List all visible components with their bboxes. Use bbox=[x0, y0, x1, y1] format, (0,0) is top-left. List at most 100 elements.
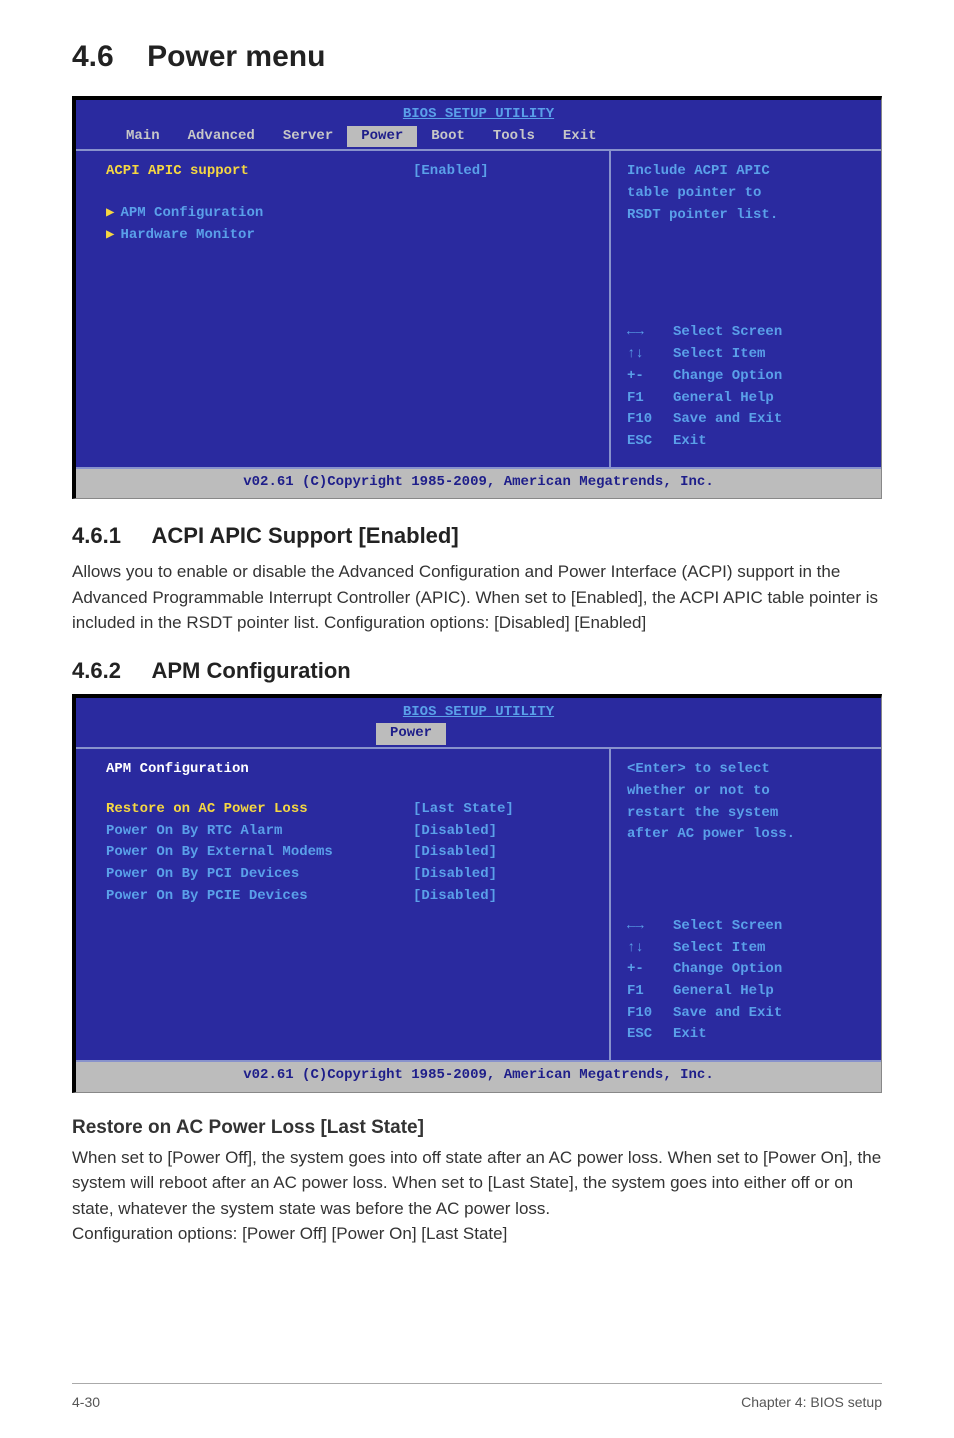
tab-server[interactable]: Server bbox=[269, 126, 347, 148]
key-row: F10Save and Exit bbox=[627, 1003, 865, 1025]
tab-exit[interactable]: Exit bbox=[549, 126, 611, 148]
row-value: [Disabled] bbox=[413, 821, 593, 843]
key-symbol: F1 bbox=[627, 388, 673, 410]
key-desc: Exit bbox=[673, 431, 707, 453]
ext-modems-row[interactable]: Power On By External Modems[Disabled] bbox=[106, 842, 593, 864]
triangle-icon: ▶ bbox=[106, 205, 114, 221]
bios-left-pane: APM Configuration Restore on AC Power Lo… bbox=[76, 747, 609, 1060]
key-hints: ←→Select Screen ↑↓Select Item +-Change O… bbox=[627, 322, 865, 452]
key-row: ESCExit bbox=[627, 1024, 865, 1046]
key-symbol: ESC bbox=[627, 1024, 673, 1046]
key-row: F1General Help bbox=[627, 981, 865, 1003]
section-number: 4.6 bbox=[72, 40, 114, 73]
key-desc: Select Screen bbox=[673, 322, 782, 344]
bios-tab-row: Power bbox=[76, 723, 881, 747]
subsection-title: ACPI APIC Support [Enabled] bbox=[152, 523, 459, 548]
restore-body1: When set to [Power Off], the system goes… bbox=[72, 1148, 881, 1218]
panel-title: APM Configuration bbox=[106, 759, 593, 781]
help-line: whether or not to bbox=[627, 781, 865, 803]
section-title-text: Power menu bbox=[147, 40, 325, 73]
page-number: 4-30 bbox=[72, 1394, 100, 1410]
key-desc: Select Screen bbox=[673, 916, 782, 938]
help-line: after AC power loss. bbox=[627, 824, 865, 846]
bios-title-bar: BIOS SETUP UTILITY bbox=[76, 698, 881, 724]
help-line: Include ACPI APIC bbox=[627, 161, 865, 183]
key-symbol: ←→ bbox=[627, 322, 673, 344]
tab-power[interactable]: Power bbox=[347, 126, 417, 148]
item-label: ACPI APIC support bbox=[106, 161, 413, 183]
row-label: Power On By RTC Alarm bbox=[106, 821, 413, 843]
rtc-alarm-row[interactable]: Power On By RTC Alarm[Disabled] bbox=[106, 821, 593, 843]
row-label: Power On By External Modems bbox=[106, 842, 413, 864]
key-symbol: F1 bbox=[627, 981, 673, 1003]
tab-power[interactable]: Power bbox=[376, 723, 446, 745]
bios-screen-power-menu: BIOS SETUP UTILITY Main Advanced Server … bbox=[72, 96, 882, 499]
triangle-icon: ▶ bbox=[106, 227, 114, 243]
tab-boot[interactable]: Boot bbox=[417, 126, 479, 148]
help-line: RSDT pointer list. bbox=[627, 205, 865, 227]
restore-body2: Configuration options: [Power Off] [Powe… bbox=[72, 1224, 507, 1243]
row-value: [Disabled] bbox=[413, 842, 593, 864]
key-row: +-Change Option bbox=[627, 959, 865, 981]
body-461: Allows you to enable or disable the Adva… bbox=[72, 559, 882, 636]
help-line: table pointer to bbox=[627, 183, 865, 205]
row-label: Power On By PCI Devices bbox=[106, 864, 413, 886]
key-hints: ←→Select Screen ↑↓Select Item +-Change O… bbox=[627, 916, 865, 1046]
key-row: F1General Help bbox=[627, 388, 865, 410]
row-value: [Last State] bbox=[413, 799, 593, 821]
key-desc: Change Option bbox=[673, 366, 782, 388]
bios-title: BIOS SETUP UTILITY bbox=[403, 704, 554, 720]
submenu-label: APM Configuration bbox=[120, 205, 263, 221]
key-desc: Save and Exit bbox=[673, 409, 782, 431]
acpi-apic-row[interactable]: ACPI APIC support [Enabled] bbox=[106, 161, 593, 183]
bios-footer: v02.61 (C)Copyright 1985-2009, American … bbox=[76, 467, 881, 499]
restore-ac-row[interactable]: Restore on AC Power Loss[Last State] bbox=[106, 799, 593, 821]
row-label: Power On By PCIE Devices bbox=[106, 886, 413, 908]
item-value: [Enabled] bbox=[413, 161, 593, 183]
key-row: ↑↓Select Item bbox=[627, 938, 865, 960]
tab-advanced[interactable]: Advanced bbox=[174, 126, 269, 148]
bios-left-pane: ACPI APIC support [Enabled] ▶ APM Configu… bbox=[76, 149, 609, 466]
key-symbol: ↑↓ bbox=[627, 344, 673, 366]
tab-main[interactable]: Main bbox=[112, 126, 174, 148]
submenu-apm[interactable]: ▶ APM Configuration bbox=[106, 203, 593, 225]
submenu-hwmonitor[interactable]: ▶Hardware Monitor bbox=[106, 225, 593, 247]
pcie-devices-row[interactable]: Power On By PCIE Devices[Disabled] bbox=[106, 886, 593, 908]
subsection-number: 4.6.2 bbox=[72, 658, 121, 683]
subsection-number: 4.6.1 bbox=[72, 523, 121, 548]
key-row: +-Change Option bbox=[627, 366, 865, 388]
subsection-461: 4.6.1 ACPI APIC Support [Enabled] bbox=[72, 523, 882, 549]
pci-devices-row[interactable]: Power On By PCI Devices[Disabled] bbox=[106, 864, 593, 886]
key-symbol: +- bbox=[627, 959, 673, 981]
key-desc: Select Item bbox=[673, 344, 765, 366]
key-desc: General Help bbox=[673, 388, 774, 410]
key-symbol: ↑↓ bbox=[627, 938, 673, 960]
key-row: F10Save and Exit bbox=[627, 409, 865, 431]
bios-title: BIOS SETUP UTILITY bbox=[403, 106, 554, 122]
key-row: ESCExit bbox=[627, 431, 865, 453]
key-row: ←→Select Screen bbox=[627, 322, 865, 344]
key-symbol: ESC bbox=[627, 431, 673, 453]
subsection-462: 4.6.2 APM Configuration bbox=[72, 658, 882, 684]
page-footer: 4-30 Chapter 4: BIOS setup bbox=[72, 1383, 882, 1410]
bios-help-pane: Include ACPI APIC table pointer to RSDT … bbox=[609, 149, 881, 466]
section-heading: 4.6 Power menu bbox=[72, 40, 882, 74]
key-symbol: F10 bbox=[627, 409, 673, 431]
subsection-title: APM Configuration bbox=[152, 658, 351, 683]
key-desc: Change Option bbox=[673, 959, 782, 981]
bios-title-bar: BIOS SETUP UTILITY bbox=[76, 100, 881, 126]
tab-tools[interactable]: Tools bbox=[479, 126, 549, 148]
bios-tab-row: Main Advanced Server Power Boot Tools Ex… bbox=[76, 126, 881, 150]
key-desc: General Help bbox=[673, 981, 774, 1003]
restore-body: When set to [Power Off], the system goes… bbox=[72, 1145, 882, 1247]
chapter-label: Chapter 4: BIOS setup bbox=[741, 1394, 882, 1410]
key-desc: Exit bbox=[673, 1024, 707, 1046]
row-value: [Disabled] bbox=[413, 886, 593, 908]
key-symbol: ←→ bbox=[627, 916, 673, 938]
key-symbol: +- bbox=[627, 366, 673, 388]
bios-body: APM Configuration Restore on AC Power Lo… bbox=[76, 747, 881, 1060]
key-symbol: F10 bbox=[627, 1003, 673, 1025]
help-line: <Enter> to select bbox=[627, 759, 865, 781]
help-line: restart the system bbox=[627, 803, 865, 825]
key-row: ↑↓Select Item bbox=[627, 344, 865, 366]
